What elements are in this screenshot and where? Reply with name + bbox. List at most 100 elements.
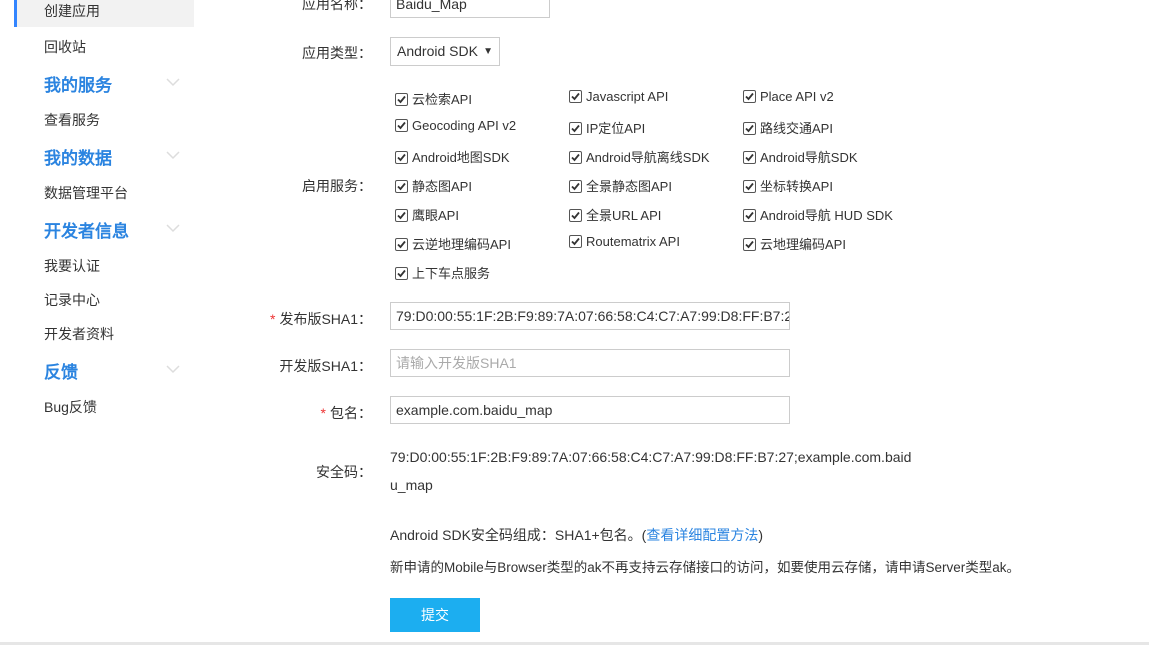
checkbox-checked-icon[interactable] [743, 238, 756, 251]
release-sha1-field[interactable]: 79:D0:00:55:1F:2B:F9:89:7A:07:66:58:C4:C… [390, 302, 790, 330]
service-label: 全景静态图API [586, 179, 672, 194]
service-label: 鹰眼API [412, 208, 459, 223]
service-label: 上下车点服务 [412, 266, 491, 281]
service-label: Android导航离线SDK [586, 150, 710, 165]
service-checkbox[interactable]: IP定位API [569, 118, 645, 137]
checkbox-checked-icon[interactable] [395, 119, 408, 132]
checkbox-checked-icon[interactable] [743, 180, 756, 193]
checkbox-checked-icon[interactable] [569, 235, 582, 248]
service-checkbox[interactable]: Android导航 HUD SDK [743, 205, 893, 224]
service-checkbox[interactable]: 云检索API [395, 89, 472, 108]
package-label: * 包名： [300, 403, 372, 423]
app-type-label: 应用类型： [302, 45, 372, 61]
checkbox-checked-icon[interactable] [569, 122, 582, 135]
app-name-field[interactable]: Baidu_Map [390, 0, 550, 18]
dev-sha1-label: 开发版SHA1： [279, 358, 372, 374]
service-checkbox[interactable]: 鹰眼API [395, 205, 459, 224]
service-checkbox[interactable]: 云地理编码API [743, 234, 846, 253]
sidebar: 创建应用 回收站 我的服务 查看服务 我的数据 数据管理平台 开发者信息 我要认… [14, 0, 194, 645]
service-label: Android导航SDK [760, 150, 858, 165]
service-checkbox[interactable]: 上下车点服务 [395, 263, 490, 282]
app-name-label: 应用名称： [302, 0, 372, 12]
dev-sha1-field[interactable] [390, 349, 790, 377]
sidebar-item-certify[interactable]: 我要认证 [44, 256, 100, 276]
config-method-link[interactable]: 查看详细配置方法 [646, 527, 758, 543]
checkbox-checked-icon[interactable] [743, 209, 756, 222]
required-mark: * [320, 405, 326, 421]
chevron-down-icon[interactable] [166, 150, 180, 160]
service-checkbox[interactable]: 坐标转换API [743, 176, 833, 195]
checkbox-checked-icon[interactable] [569, 90, 582, 103]
checkbox-checked-icon[interactable] [569, 151, 582, 164]
checkbox-checked-icon[interactable] [395, 151, 408, 164]
chevron-down-icon[interactable] [166, 77, 180, 87]
service-checkbox[interactable]: Android地图SDK [395, 147, 510, 166]
section-my-data[interactable]: 我的数据 [44, 144, 112, 169]
service-label: Place API v2 [760, 89, 834, 104]
service-label: 云检索API [412, 92, 472, 107]
chevron-down-icon[interactable] [166, 364, 180, 374]
service-checkbox[interactable]: Javascript API [569, 89, 668, 104]
checkbox-checked-icon[interactable] [743, 122, 756, 135]
sidebar-item-bug-feedback[interactable]: Bug反馈 [44, 397, 97, 417]
checkbox-checked-icon[interactable] [395, 93, 408, 106]
checkbox-checked-icon[interactable] [395, 267, 408, 280]
service-checkbox[interactable]: 全景静态图API [569, 176, 672, 195]
checkbox-checked-icon[interactable] [395, 238, 408, 251]
checkbox-checked-icon[interactable] [569, 180, 582, 193]
service-label: Android地图SDK [412, 150, 510, 165]
checkbox-checked-icon[interactable] [395, 180, 408, 193]
chevron-down-icon[interactable] [166, 223, 180, 233]
service-label: Javascript API [586, 89, 669, 104]
dropdown-arrow-icon: ▼ [483, 46, 493, 57]
service-label: 云逆地理编码API [412, 237, 511, 252]
section-my-services[interactable]: 我的服务 [44, 71, 112, 96]
service-checkbox[interactable]: 静态图API [395, 176, 472, 195]
sdk-note: Android SDK安全码组成：SHA1+包名。(查看详细配置方法) [390, 525, 763, 545]
service-label: Android导航 HUD SDK [760, 208, 893, 223]
checkbox-checked-icon[interactable] [743, 151, 756, 164]
sdk-note-suffix: ) [758, 527, 764, 543]
service-label: 静态图API [412, 179, 472, 194]
section-developer-info[interactable]: 开发者信息 [44, 217, 129, 242]
service-checkbox[interactable]: Routematrix API [569, 234, 680, 249]
sidebar-item-create-app[interactable]: 创建应用 [14, 0, 194, 27]
security-code-line2: u_map [390, 477, 433, 493]
section-feedback[interactable]: 反馈 [44, 358, 78, 383]
checkbox-checked-icon[interactable] [395, 209, 408, 222]
sidebar-item-records[interactable]: 记录中心 [44, 290, 100, 310]
security-label: 安全码： [316, 464, 372, 480]
service-label: 云地理编码API [760, 237, 846, 252]
checkbox-checked-icon[interactable] [743, 90, 756, 103]
release-sha1-label: * 发布版SHA1： [270, 309, 372, 329]
service-checkbox[interactable]: 路线交通API [743, 118, 833, 137]
release-sha1-label-text: 发布版SHA1： [279, 311, 373, 327]
sdk-note-prefix: Android SDK安全码组成：SHA1+包名。( [390, 527, 647, 543]
services-label: 启用服务： [302, 178, 372, 194]
checkbox-checked-icon[interactable] [569, 209, 582, 222]
service-checkbox[interactable]: Place API v2 [743, 89, 834, 104]
service-label: IP定位API [586, 121, 646, 136]
package-field[interactable]: example.com.baidu_map [390, 396, 790, 424]
app-type-value: Android SDK [397, 43, 478, 59]
sidebar-item-data-platform[interactable]: 数据管理平台 [44, 183, 128, 203]
service-label: 路线交通API [760, 121, 833, 136]
service-checkbox[interactable]: 全景URL API [569, 205, 661, 224]
required-mark: * [270, 311, 276, 327]
security-code-line1: 79:D0:00:55:1F:2B:F9:89:7A:07:66:58:C4:C… [390, 449, 912, 465]
sidebar-item-profile[interactable]: 开发者资料 [44, 324, 114, 344]
service-checkbox[interactable]: Geocoding API v2 [395, 118, 516, 133]
package-label-text: 包名： [330, 405, 372, 421]
sidebar-item-recycle[interactable]: 回收站 [44, 37, 86, 57]
storage-note: 新申请的Mobile与Browser类型的ak不再支持云存储接口的访问，如要使用… [390, 560, 1021, 575]
service-checkbox[interactable]: Android导航离线SDK [569, 147, 710, 166]
service-checkbox[interactable]: 云逆地理编码API [395, 234, 511, 253]
service-checkbox[interactable]: Android导航SDK [743, 147, 858, 166]
service-label: Geocoding API v2 [412, 118, 517, 133]
sidebar-item-view-services[interactable]: 查看服务 [44, 110, 100, 130]
submit-button[interactable]: 提交 [390, 598, 480, 632]
app-type-select[interactable]: Android SDK ▼ [390, 37, 500, 66]
sidebar-item-label: 创建应用 [44, 3, 100, 19]
service-label: Routematrix API [586, 234, 680, 249]
service-label: 全景URL API [586, 208, 662, 223]
